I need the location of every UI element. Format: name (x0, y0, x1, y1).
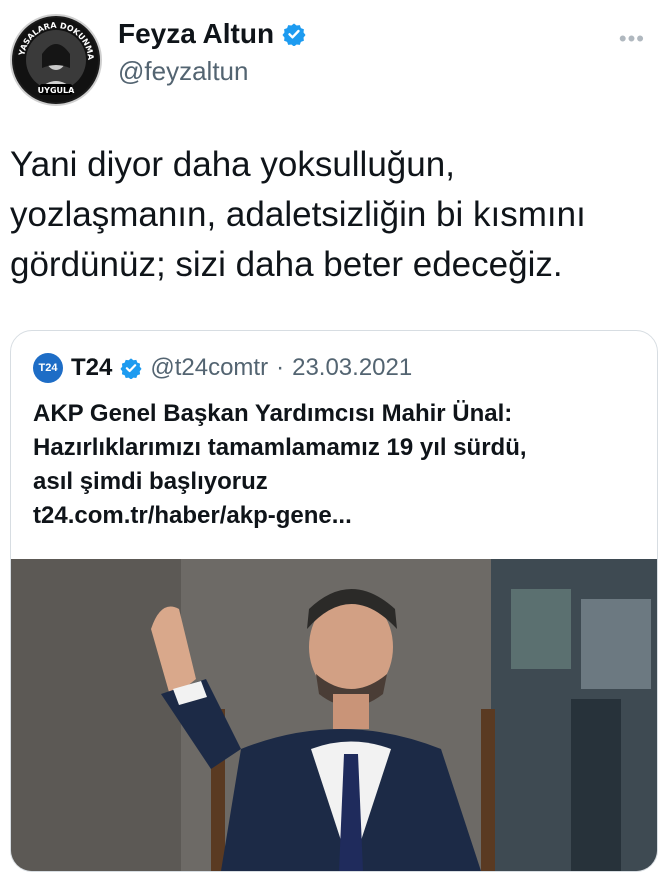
avatar[interactable]: YASALARA DOKUNMA UYGULA (10, 14, 102, 106)
quoted-tweet-card[interactable]: T24 T24 @t24comtr · 23.03.2021 AKP Genel… (10, 330, 658, 872)
news-photo[interactable] (11, 559, 657, 871)
tweet-text-line: yozlaşmanın, adaletsizliğin bi kısmını (10, 195, 586, 234)
quoted-handle[interactable]: @t24comtr (150, 354, 268, 382)
quoted-date[interactable]: 23.03.2021 (292, 354, 412, 382)
name-row: Feyza Altun (118, 18, 306, 50)
avatar-image: YASALARA DOKUNMA UYGULA (14, 18, 98, 102)
tweet-header: YASALARA DOKUNMA UYGULA Feyza Altun @fey… (0, 0, 667, 110)
quoted-display-name[interactable]: T24 (71, 354, 112, 382)
quoted-headline-line: Hazırlıklarımızı tamamlamamız 19 yıl sür… (33, 434, 527, 461)
more-options-icon[interactable]: ••• (619, 26, 645, 52)
author-handle[interactable]: @feyzaltun (118, 56, 248, 87)
avatar-text-bottom: UYGULA (38, 86, 75, 95)
quoted-link[interactable]: t24.com.tr/haber/akp-gene... (33, 499, 643, 533)
quoted-headline: AKP Genel Başkan Yardımcısı Mahir Ünal: … (33, 397, 643, 533)
tweet-text: Yani diyor daha yoksulluğun, yozlaşmanın… (10, 140, 650, 290)
tweet-text-line: gördünüz; sizi daha beter edeceğiz. (10, 245, 563, 284)
t24-logo-icon: T24 (33, 353, 63, 383)
quoted-tweet-header: T24 T24 @t24comtr · 23.03.2021 (33, 353, 412, 383)
separator-dot: · (276, 354, 285, 381)
verified-badge-icon (120, 358, 142, 379)
verified-badge-icon (282, 23, 306, 46)
quoted-headline-line: asıl şimdi başlıyoruz (33, 468, 268, 495)
quoted-headline-line: AKP Genel Başkan Yardımcısı Mahir Ünal: (33, 400, 513, 427)
tweet-text-line: Yani diyor daha yoksulluğun, (10, 145, 455, 184)
display-name[interactable]: Feyza Altun (118, 18, 274, 50)
